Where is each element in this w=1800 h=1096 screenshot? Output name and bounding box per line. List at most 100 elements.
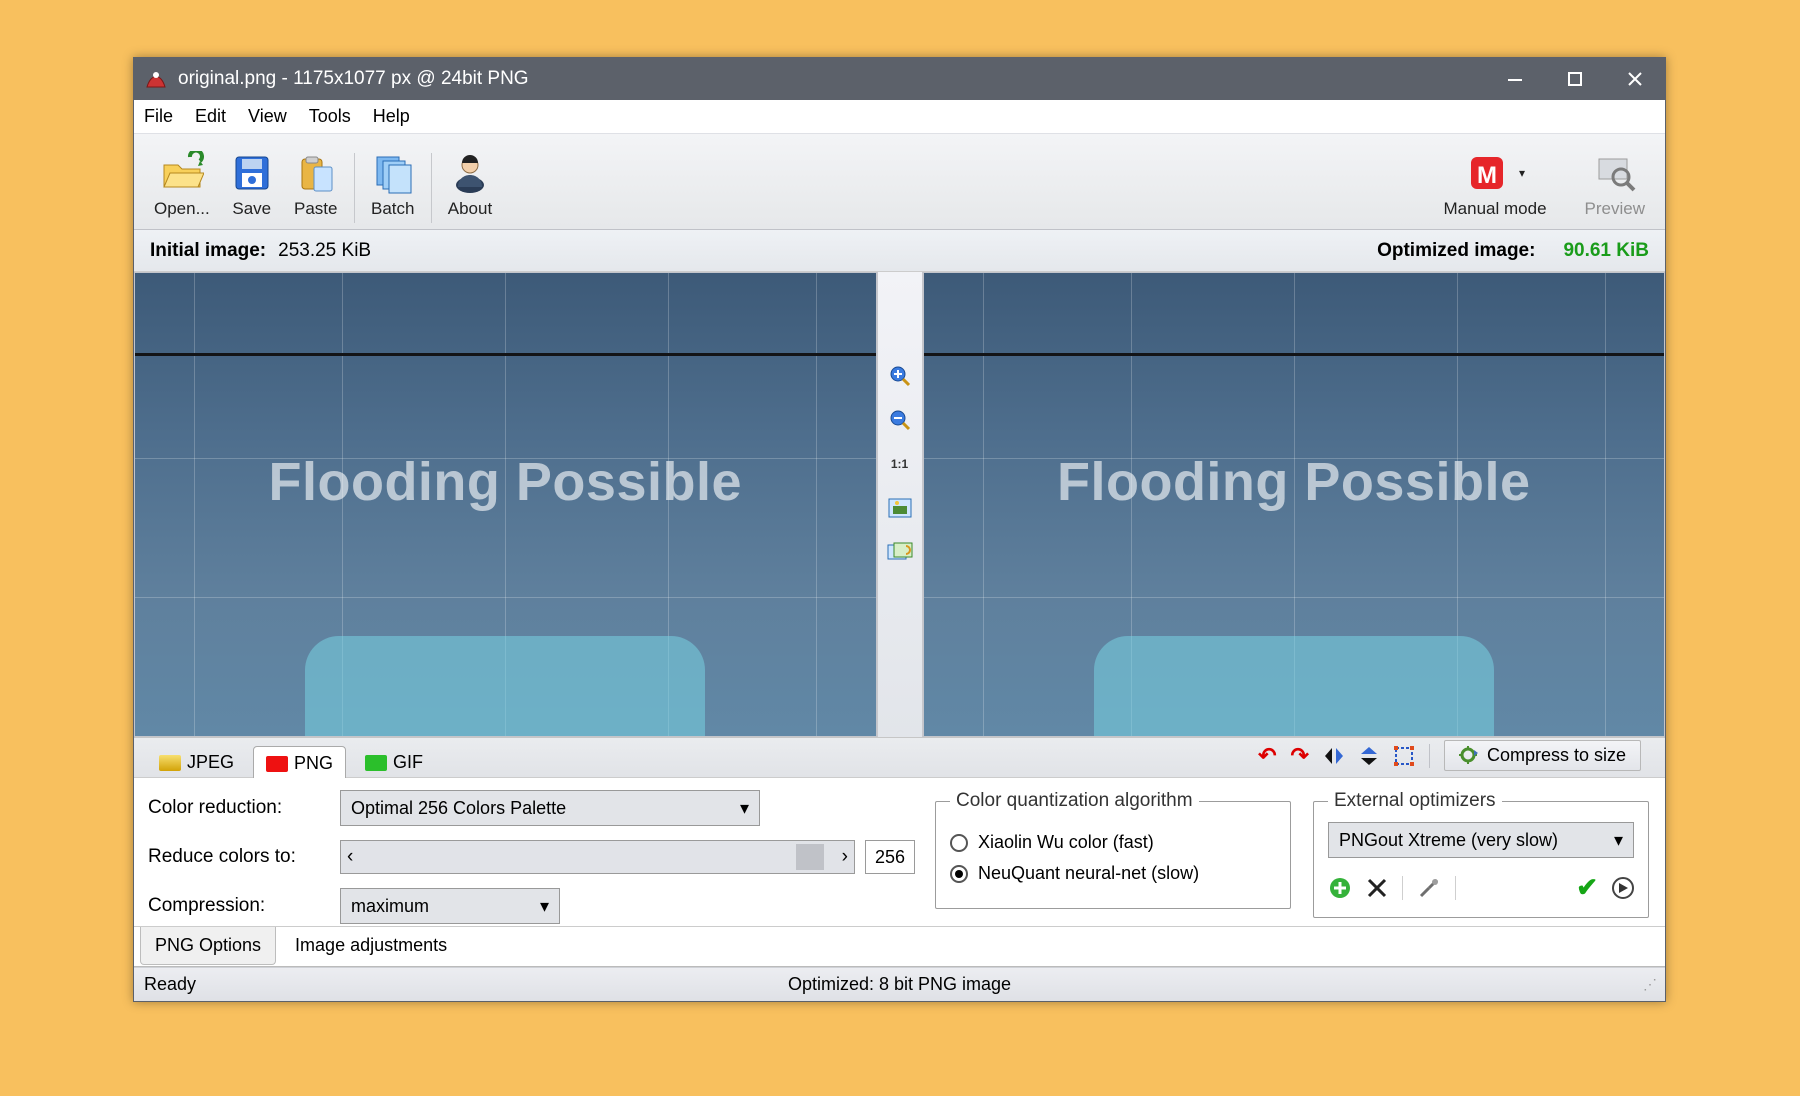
fit-window-button[interactable] bbox=[886, 494, 914, 522]
about-button[interactable]: About bbox=[438, 147, 502, 223]
initial-image-value: 253.25 KiB bbox=[278, 240, 371, 262]
gear-arrow-icon bbox=[1459, 746, 1479, 766]
batch-label: Batch bbox=[371, 199, 414, 219]
png-icon bbox=[266, 756, 288, 772]
chevron-down-icon: ▾ bbox=[740, 798, 749, 819]
close-button[interactable] bbox=[1605, 58, 1665, 100]
optimized-image-label: Optimized image: bbox=[1377, 240, 1535, 262]
zoom-toolbar: 1:1 bbox=[877, 272, 923, 737]
external-optimizer-value: PNGout Xtreme (very slow) bbox=[1339, 830, 1558, 851]
menu-edit[interactable]: Edit bbox=[195, 106, 226, 127]
fit-both-button[interactable] bbox=[886, 538, 914, 566]
tab-png[interactable]: PNG bbox=[253, 746, 346, 778]
batch-button[interactable]: Batch bbox=[361, 147, 425, 223]
reduce-colors-label: Reduce colors to: bbox=[148, 846, 328, 868]
preview-button[interactable]: Preview bbox=[1575, 147, 1655, 223]
external-optimizers-legend: External optimizers bbox=[1328, 790, 1502, 812]
tab-jpeg[interactable]: JPEG bbox=[146, 745, 247, 777]
jpeg-icon bbox=[159, 755, 181, 771]
status-bar: Ready Optimized: 8 bit PNG image ⋰ bbox=[134, 967, 1665, 1001]
tab-png-label: PNG bbox=[294, 753, 333, 774]
menu-file[interactable]: File bbox=[144, 106, 173, 127]
minimize-button[interactable] bbox=[1485, 58, 1545, 100]
reduce-colors-value[interactable]: 256 bbox=[865, 840, 915, 874]
radio-neuquant[interactable]: NeuQuant neural-net (slow) bbox=[950, 863, 1276, 884]
quantization-group: Color quantization algorithm Xiaolin Wu … bbox=[935, 790, 1291, 909]
external-optimizers-group: External optimizers PNGout Xtreme (very … bbox=[1313, 790, 1649, 918]
remove-optimizer-button[interactable] bbox=[1366, 877, 1388, 899]
radio-wu[interactable]: Xiaolin Wu color (fast) bbox=[950, 832, 1276, 853]
chevron-down-icon: ▾ bbox=[540, 896, 549, 917]
gif-icon bbox=[365, 755, 387, 771]
radio-icon bbox=[950, 865, 968, 883]
crop-button[interactable] bbox=[1393, 745, 1415, 767]
transform-tools: ↶ ↷ Compress to size bbox=[1258, 740, 1653, 777]
open-button[interactable]: Open... bbox=[144, 147, 220, 223]
compression-value: maximum bbox=[351, 896, 429, 917]
menu-view[interactable]: View bbox=[248, 106, 287, 127]
svg-text:M: M bbox=[1477, 162, 1497, 189]
configure-optimizer-button[interactable] bbox=[1417, 876, 1441, 900]
status-ready: Ready bbox=[144, 974, 196, 995]
toolbar-separator bbox=[354, 153, 355, 223]
maximize-button[interactable] bbox=[1545, 58, 1605, 100]
menu-tools[interactable]: Tools bbox=[309, 106, 351, 127]
flip-horizontal-button[interactable] bbox=[1323, 746, 1345, 766]
zoom-actual-button[interactable]: 1:1 bbox=[886, 450, 914, 478]
slider-left-arrow[interactable]: ‹ bbox=[347, 846, 353, 868]
app-icon bbox=[144, 67, 168, 91]
format-tab-row: JPEG PNG GIF ↶ ↷ Compress to size bbox=[134, 738, 1665, 778]
titlebar: original.png - 1175x1077 px @ 24bit PNG bbox=[134, 58, 1665, 100]
radio-wu-label: Xiaolin Wu color (fast) bbox=[978, 832, 1154, 853]
original-preview-pane[interactable]: Flooding Possible bbox=[134, 272, 877, 737]
flip-vertical-button[interactable] bbox=[1359, 745, 1379, 767]
tab-jpeg-label: JPEG bbox=[187, 752, 234, 773]
manual-mode-icon: M bbox=[1465, 151, 1509, 195]
window-controls bbox=[1485, 58, 1665, 100]
quantization-legend: Color quantization algorithm bbox=[950, 790, 1199, 812]
open-label: Open... bbox=[154, 199, 210, 219]
rotate-cw-button[interactable]: ↷ bbox=[1291, 743, 1309, 769]
compression-select[interactable]: maximum ▾ bbox=[340, 888, 560, 924]
preview-label: Preview bbox=[1585, 199, 1645, 219]
compression-label: Compression: bbox=[148, 895, 328, 917]
tab-image-adjustments[interactable]: Image adjustments bbox=[280, 927, 462, 965]
window-title: original.png - 1175x1077 px @ 24bit PNG bbox=[178, 68, 529, 90]
save-button[interactable]: Save bbox=[220, 147, 284, 223]
manual-mode-button[interactable]: M ▾ Manual mode bbox=[1434, 147, 1557, 223]
apply-optimizer-button[interactable]: ✔ bbox=[1576, 872, 1598, 903]
compress-to-size-button[interactable]: Compress to size bbox=[1444, 740, 1641, 771]
color-reduction-value: Optimal 256 Colors Palette bbox=[351, 798, 566, 819]
slider-right-arrow[interactable]: › bbox=[842, 846, 848, 868]
about-label: About bbox=[448, 199, 492, 219]
optimized-preview-pane[interactable]: Flooding Possible bbox=[923, 272, 1666, 737]
batch-icon bbox=[371, 151, 415, 195]
main-toolbar: Open... Save Paste Batch About bbox=[134, 134, 1665, 230]
options-panel: Color reduction: Optimal 256 Colors Pale… bbox=[134, 778, 1665, 927]
tab-gif[interactable]: GIF bbox=[352, 745, 436, 777]
status-optimized: Optimized: 8 bit PNG image bbox=[788, 974, 1011, 995]
resize-grip-icon[interactable]: ⋰ bbox=[1643, 976, 1655, 993]
chevron-down-icon[interactable]: ▾ bbox=[1519, 166, 1525, 180]
folder-open-icon bbox=[160, 151, 204, 195]
compress-to-size-label: Compress to size bbox=[1487, 745, 1626, 766]
tab-png-options[interactable]: PNG Options bbox=[140, 927, 276, 965]
paste-button[interactable]: Paste bbox=[284, 147, 348, 223]
floppy-disk-icon bbox=[230, 151, 274, 195]
external-optimizer-select[interactable]: PNGout Xtreme (very slow) ▾ bbox=[1328, 822, 1634, 858]
zoom-in-button[interactable] bbox=[886, 362, 914, 390]
reduce-colors-slider[interactable]: ‹ › bbox=[340, 840, 855, 874]
slider-thumb[interactable] bbox=[796, 844, 824, 870]
color-reduction-select[interactable]: Optimal 256 Colors Palette ▾ bbox=[340, 790, 760, 826]
optimized-image-value: 90.61 KiB bbox=[1563, 240, 1649, 262]
initial-image-label: Initial image: bbox=[150, 240, 266, 262]
menu-help[interactable]: Help bbox=[373, 106, 410, 127]
bottom-tab-bar: PNG Options Image adjustments bbox=[134, 927, 1665, 967]
rotate-ccw-button[interactable]: ↶ bbox=[1258, 743, 1276, 769]
run-optimizer-button[interactable] bbox=[1612, 877, 1634, 899]
magnifier-preview-icon bbox=[1593, 151, 1637, 195]
zoom-out-button[interactable] bbox=[886, 406, 914, 434]
add-optimizer-button[interactable] bbox=[1328, 876, 1352, 900]
preview-area: Flooding Possible 1:1 Flooding Possible bbox=[134, 272, 1665, 738]
radio-neuquant-label: NeuQuant neural-net (slow) bbox=[978, 863, 1199, 884]
